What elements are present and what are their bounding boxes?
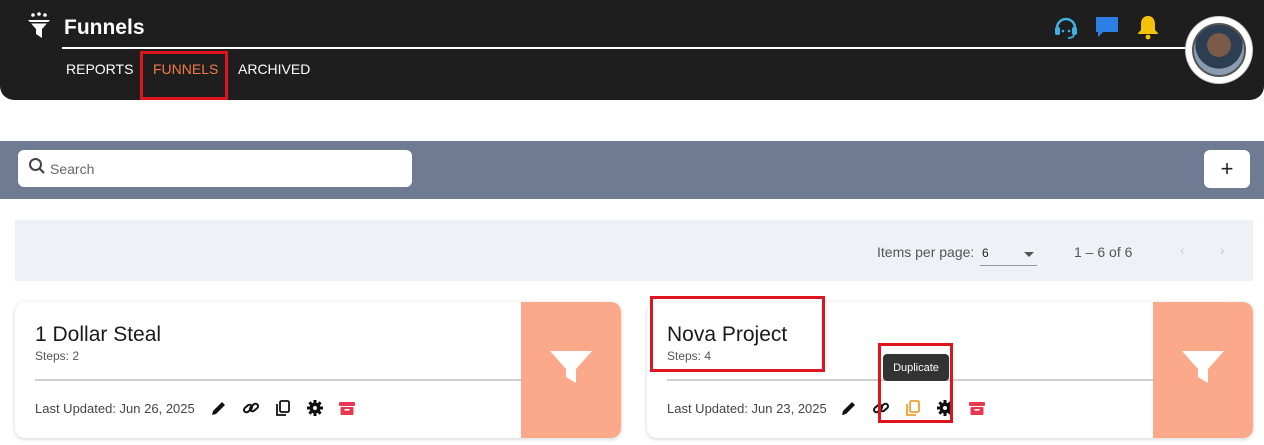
previous-page-button[interactable]: ‹ xyxy=(1180,242,1185,258)
highlight-box-funnels-tab xyxy=(140,51,228,100)
header-divider xyxy=(62,47,1192,49)
brand: Funnels xyxy=(26,11,145,45)
tab-reports[interactable]: REPORTS xyxy=(66,61,133,77)
funnel-icon xyxy=(548,347,594,394)
search-input[interactable] xyxy=(50,160,390,177)
items-per-page-select[interactable]: 6 xyxy=(980,242,1037,266)
chevron-down-icon xyxy=(1024,252,1034,257)
tab-archived[interactable]: ARCHIVED xyxy=(238,61,310,77)
archive-icon[interactable] xyxy=(337,398,357,418)
funnel-card[interactable]: 1 Dollar Steal Steps: 2 Last Updated: Ju… xyxy=(15,302,621,438)
items-per-page-label: Items per page: xyxy=(877,244,975,260)
notification-bell-icon[interactable] xyxy=(1135,14,1161,40)
duplicate-icon[interactable] xyxy=(273,398,293,418)
page-title: Funnels xyxy=(64,16,145,39)
search-box[interactable] xyxy=(18,150,412,187)
add-funnel-button[interactable]: + xyxy=(1204,150,1250,188)
user-avatar[interactable] xyxy=(1186,17,1252,83)
funnel-logo-icon xyxy=(26,11,52,45)
avatar-photo xyxy=(1192,23,1246,77)
card-title: 1 Dollar Steal xyxy=(35,323,162,346)
support-headset-icon[interactable] xyxy=(1053,14,1079,40)
chat-icon[interactable] xyxy=(1094,14,1120,40)
edit-icon[interactable] xyxy=(209,398,229,418)
card-divider xyxy=(35,379,521,381)
card-last-updated: Last Updated: Jun 26, 2025 xyxy=(35,401,195,416)
card-actions xyxy=(209,398,369,418)
card-steps: Steps: 2 xyxy=(35,349,80,363)
highlight-box-duplicate xyxy=(878,343,953,423)
paginator: Items per page: 6 1 – 6 of 6 ‹ › xyxy=(15,220,1253,281)
settings-gear-icon[interactable] xyxy=(305,398,325,418)
archive-icon[interactable] xyxy=(967,398,987,418)
search-icon xyxy=(28,157,46,180)
card-funnel-badge xyxy=(1153,302,1253,438)
page-range-label: 1 – 6 of 6 xyxy=(1074,244,1133,260)
next-page-button[interactable]: › xyxy=(1220,242,1225,258)
highlight-box-card-title xyxy=(650,296,825,372)
items-per-page-value: 6 xyxy=(982,246,989,260)
link-icon[interactable] xyxy=(241,398,261,418)
card-last-updated: Last Updated: Jun 23, 2025 xyxy=(667,401,827,416)
funnel-icon xyxy=(1180,347,1226,394)
card-funnel-badge xyxy=(521,302,621,438)
edit-icon[interactable] xyxy=(839,398,859,418)
